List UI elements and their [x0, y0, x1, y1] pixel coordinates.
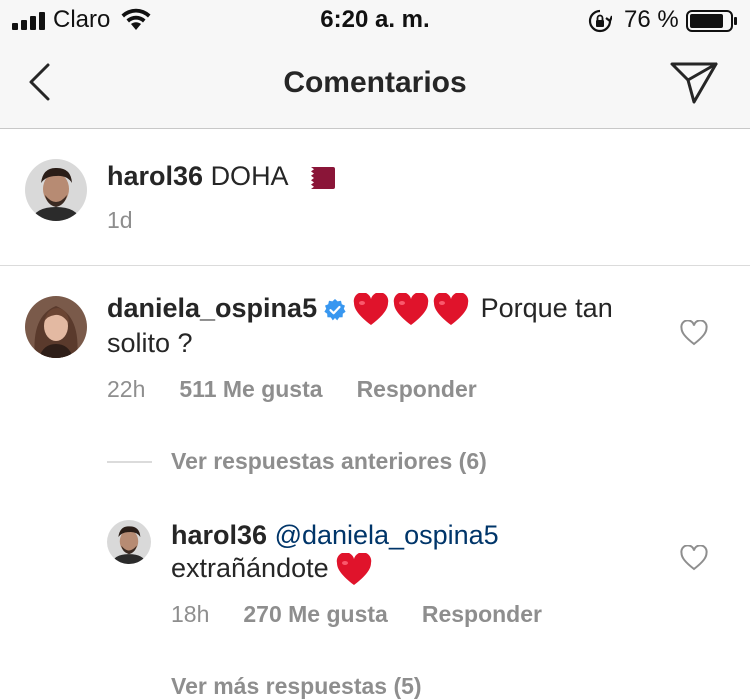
reply-mention-link[interactable]: @daniela_ospina5	[275, 520, 499, 550]
reply-meta: 18h 270 Me gusta Responder	[171, 601, 576, 628]
battery-icon	[686, 10, 737, 32]
reply-button[interactable]: Responder	[422, 601, 542, 628]
comment-timestamp: 22h	[107, 376, 146, 402]
avatar-photo	[107, 520, 151, 564]
qatar-flag-icon	[300, 166, 335, 189]
red-heart-emoji	[336, 552, 372, 585]
caption-body: DOHA	[210, 161, 288, 191]
comment-meta: 22h 511 Me gusta Responder	[107, 376, 511, 403]
status-bar: Claro 6:20 a. m. 76 %	[0, 0, 750, 44]
comment-body: Porque tan	[480, 293, 613, 323]
reply-likes-count[interactable]: 270 Me gusta	[243, 601, 387, 628]
red-heart-emoji	[353, 292, 389, 325]
avatar-photo	[25, 159, 87, 221]
comment-text: daniela_ospina5 Porque tan solito ?	[107, 292, 667, 360]
comment: daniela_ospina5 Porque tan solito ? 22h 5…	[0, 266, 750, 416]
replies-divider	[107, 461, 152, 463]
direct-send-icon[interactable]	[668, 60, 720, 106]
red-heart-emoji	[433, 292, 469, 325]
view-previous-replies-button[interactable]: Ver respuestas anteriores (6)	[171, 448, 487, 475]
comment-body-continued: solito ?	[107, 327, 193, 358]
avatar[interactable]	[25, 296, 87, 358]
like-heart-outline-icon[interactable]	[680, 320, 708, 346]
red-heart-emoji	[393, 292, 429, 325]
comment-username[interactable]: daniela_ospina5	[107, 293, 317, 323]
avatar[interactable]	[25, 159, 87, 221]
caption-text: harol36 DOHA	[107, 159, 335, 193]
reply-timestamp: 18h	[171, 601, 210, 627]
avatar-photo	[25, 296, 87, 358]
avatar[interactable]	[107, 520, 151, 564]
reply-username[interactable]: harol36	[171, 520, 267, 550]
like-heart-outline-icon[interactable]	[680, 545, 708, 571]
caption-username[interactable]: harol36	[107, 161, 203, 191]
battery-percentage: 76 %	[624, 6, 679, 33]
post-caption: harol36 DOHA 1d	[0, 129, 750, 266]
page-title: Comentarios	[283, 66, 467, 99]
navigation-bar: Comentarios	[0, 44, 750, 129]
reply-button[interactable]: Responder	[357, 376, 477, 403]
comment-likes-count[interactable]: 511 Me gusta	[179, 376, 322, 403]
caption-timestamp: 1d	[107, 207, 133, 233]
rotation-lock-icon	[588, 9, 612, 33]
verified-badge-icon	[324, 298, 346, 321]
reply-body: extrañándote	[171, 553, 329, 583]
reply-text: harol36 @daniela_ospina5 extrañándote	[171, 519, 651, 587]
